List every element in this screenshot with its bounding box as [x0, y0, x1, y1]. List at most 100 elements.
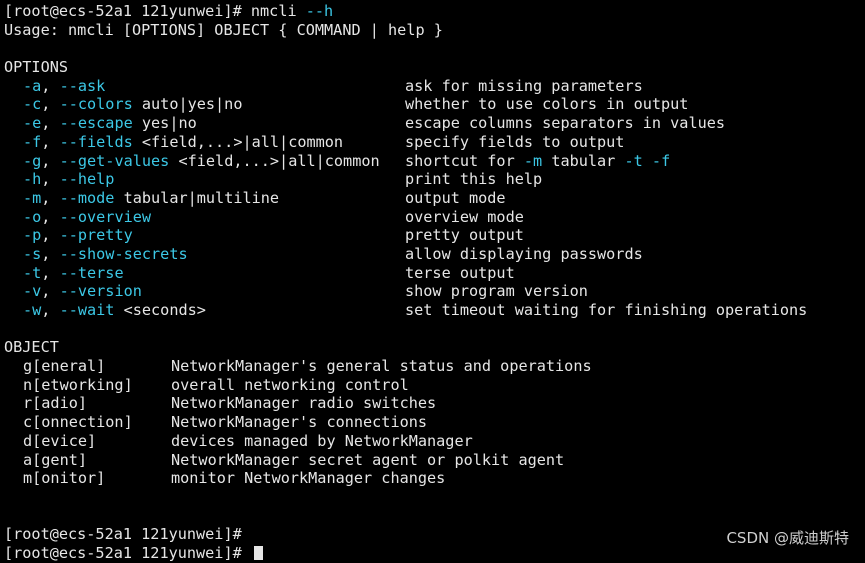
object-name: m[onitor]: [23, 469, 106, 488]
object-row: a[gent] NetworkManager secret agent or po…: [4, 451, 860, 470]
option-separator: ,: [41, 301, 60, 319]
option-long-flag: --get-values: [59, 151, 170, 170]
option-flags: -m, --mode tabular|multiline: [23, 189, 279, 208]
object-row: g[eneral] NetworkManager's general status…: [4, 357, 860, 376]
option-long-flag: --help: [59, 170, 115, 189]
option-short-flag: -h: [23, 170, 42, 189]
option-separator: ,: [41, 207, 60, 226]
option-description: pretty output: [405, 226, 524, 245]
description-text: shortcut for: [405, 151, 524, 170]
object-row: m[onitor] monitor NetworkManager changes: [4, 469, 860, 488]
option-argument: <field,...>|all|common: [169, 151, 380, 170]
option-long-flag: --fields: [59, 132, 133, 151]
option-flags: -f, --fields <field,...>|all|common: [23, 133, 343, 152]
object-name: a[gent]: [23, 450, 88, 469]
option-separator: ,: [41, 76, 60, 95]
option-flags: -g, --get-values <field,...>|all|common: [23, 152, 380, 171]
object-row: d[evice] devices managed by NetworkManage…: [4, 432, 860, 451]
option-short-flag: -t: [23, 263, 42, 282]
object-name: n[etworking]: [23, 375, 133, 394]
option-separator: ,: [41, 151, 60, 170]
option-separator: ,: [41, 114, 60, 133]
option-description: shortcut for -m tabular -t -f: [405, 152, 670, 171]
watermark: CSDN @威迪斯特: [726, 529, 849, 547]
option-separator: ,: [41, 170, 60, 189]
option-short-flag: -m: [23, 188, 42, 207]
option-row: -o, --overview overview mode: [4, 208, 860, 227]
option-flags: -o, --overview: [23, 208, 151, 227]
usage-line: Usage: nmcli [OPTIONS] OBJECT { COMMAND …: [4, 20, 443, 39]
object-description: NetworkManager's general status and oper…: [171, 357, 592, 376]
object-row: c[onnection] NetworkManager's connections: [4, 413, 860, 432]
option-long-flag: --pretty: [59, 226, 133, 245]
option-long-flag: --mode: [59, 188, 115, 207]
option-row: -a, --ask ask for missing parameters: [4, 77, 860, 96]
command-line: [root@ecs-52a1 121yunwei]# nmcli --h: [4, 2, 860, 21]
options-header: OPTIONS: [4, 58, 69, 77]
inline-flag: -f: [651, 151, 671, 170]
option-description: whether to use colors in output: [405, 95, 689, 114]
option-short-flag: -a: [23, 76, 42, 95]
option-separator: ,: [41, 282, 60, 301]
option-description: print this help: [405, 170, 543, 189]
option-long-flag: --terse: [59, 263, 124, 282]
description-text: [643, 152, 652, 170]
option-short-flag: -v: [23, 282, 42, 301]
option-row: -c, --colors auto|yes|no whether to use c…: [4, 95, 860, 114]
option-long-flag: --colors: [59, 95, 133, 114]
option-description: output mode: [405, 188, 506, 207]
option-row: -g, --get-values <field,...>|all|common s…: [4, 152, 860, 171]
option-short-flag: -s: [23, 244, 42, 263]
option-row: -p, --pretty pretty output: [4, 226, 860, 245]
command-flag: --h: [305, 2, 334, 20]
option-separator: ,: [41, 244, 60, 263]
option-long-flag: --wait: [59, 301, 115, 319]
objects-list: g[eneral] NetworkManager's general status…: [4, 357, 860, 488]
option-short-flag: -c: [23, 95, 42, 114]
command-text: nmcli: [250, 2, 306, 20]
option-flags: -a, --ask: [23, 77, 105, 96]
final-prompt-text: [root@ecs-52a1 121yunwei]#: [4, 543, 251, 562]
options-list: -a, --ask ask for missing parameters -c, -…: [4, 77, 860, 320]
option-row: -t, --terse terse output: [4, 264, 860, 283]
terminal-output[interactable]: [root@ecs-52a1 121yunwei]# nmcli --h Usa…: [4, 2, 860, 563]
option-row: -s, --show-secrets allow displaying passw…: [4, 245, 860, 264]
option-description: terse output: [405, 263, 515, 282]
object-description: NetworkManager's connections: [171, 413, 428, 432]
object-name: c[onnection]: [23, 413, 133, 432]
inline-flag: -t: [624, 151, 643, 170]
object-row: r[adio] NetworkManager radio switches: [4, 394, 860, 413]
option-row: -f, --fields <field,...>|all|common speci…: [4, 133, 860, 152]
option-description: set timeout waiting for finishing operat…: [405, 301, 808, 319]
option-description: show program version: [405, 282, 588, 301]
option-separator: ,: [41, 226, 60, 245]
option-long-flag: --version: [59, 282, 142, 301]
option-argument: auto|yes|no: [132, 95, 243, 114]
option-description: ask for missing parameters: [405, 76, 643, 95]
option-short-flag: -p: [23, 226, 42, 245]
object-name: d[evice]: [23, 431, 97, 450]
option-short-flag: -g: [23, 151, 42, 170]
object-description: NetworkManager radio switches: [171, 394, 437, 413]
object-description: devices managed by NetworkManager: [171, 431, 473, 450]
shell-prompt: [root@ecs-52a1 121yunwei]#: [4, 2, 251, 20]
option-flags: -s, --show-secrets: [23, 245, 188, 264]
option-argument: <field,...>|all|common: [132, 132, 344, 151]
option-row: -v, --version show program version: [4, 282, 860, 301]
object-description: monitor NetworkManager changes: [171, 469, 446, 488]
option-long-flag: --overview: [59, 207, 152, 226]
option-short-flag: -e: [23, 114, 42, 133]
option-separator: ,: [41, 188, 60, 207]
option-flags: -p, --pretty: [23, 226, 133, 245]
option-short-flag: -w: [23, 301, 42, 319]
option-argument: <seconds>: [114, 301, 206, 319]
option-description: escape columns separators in values: [405, 114, 726, 133]
option-separator: ,: [41, 132, 60, 151]
option-flags: -v, --version: [23, 282, 142, 301]
option-flags: -h, --help: [23, 170, 114, 189]
option-flags: -w, --wait <seconds>: [23, 301, 206, 320]
